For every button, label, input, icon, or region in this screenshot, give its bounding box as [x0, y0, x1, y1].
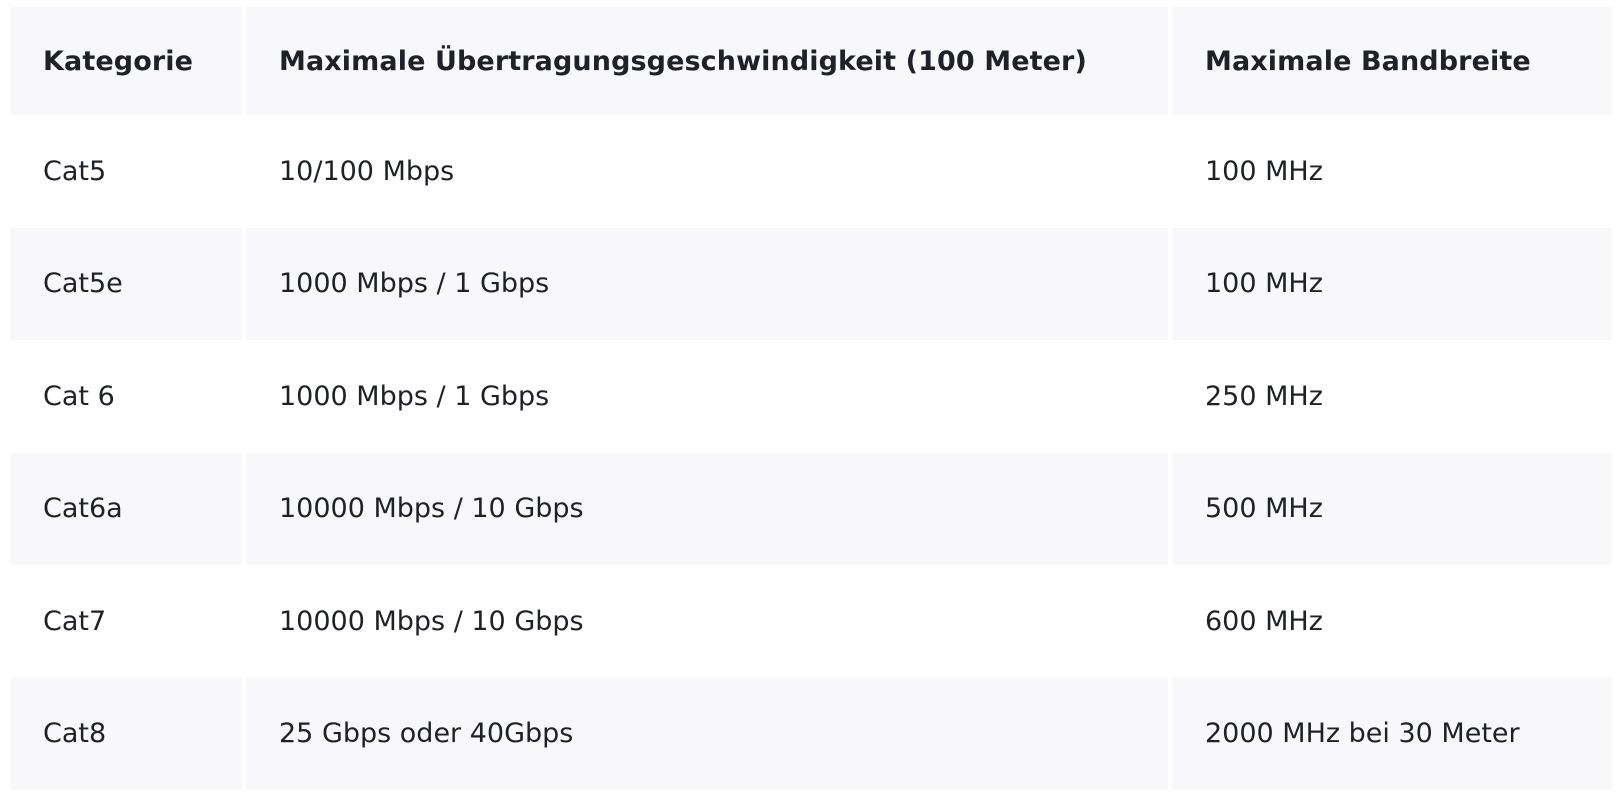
cell-max-bandwidth: 600 MHz — [1172, 565, 1612, 678]
cell-max-speed: 10000 Mbps / 10 Gbps — [246, 565, 1168, 678]
cell-max-speed: 10/100 Mbps — [246, 115, 1168, 228]
table-row: Cat6a 10000 Mbps / 10 Gbps 500 MHz — [10, 452, 1612, 565]
header-category: Kategorie — [10, 7, 242, 115]
header-max-bandwidth: Maximale Bandbreite — [1172, 7, 1612, 115]
cell-max-speed: 10000 Mbps / 10 Gbps — [246, 452, 1168, 565]
table-header-row: Kategorie Maximale Übertragungsgeschwind… — [10, 7, 1612, 115]
cell-max-bandwidth: 500 MHz — [1172, 452, 1612, 565]
table-row: Cat7 10000 Mbps / 10 Gbps 600 MHz — [10, 565, 1612, 678]
cell-category: Cat7 — [10, 565, 242, 678]
cable-category-table-container: Kategorie Maximale Übertragungsgeschwind… — [10, 7, 1612, 790]
cell-max-bandwidth: 250 MHz — [1172, 340, 1612, 453]
cell-category: Cat5e — [10, 227, 242, 340]
table-row: Cat5 10/100 Mbps 100 MHz — [10, 115, 1612, 228]
cell-category: Cat6a — [10, 452, 242, 565]
cell-max-speed: 25 Gbps oder 40Gbps — [246, 677, 1168, 790]
cell-category: Cat8 — [10, 677, 242, 790]
table-row: Cat8 25 Gbps oder 40Gbps 2000 MHz bei 30… — [10, 677, 1612, 790]
cell-max-bandwidth: 2000 MHz bei 30 Meter — [1172, 677, 1612, 790]
cell-max-speed: 1000 Mbps / 1 Gbps — [246, 340, 1168, 453]
cell-category: Cat5 — [10, 115, 242, 228]
table-row: Cat 6 1000 Mbps / 1 Gbps 250 MHz — [10, 340, 1612, 453]
cell-max-bandwidth: 100 MHz — [1172, 227, 1612, 340]
table-row: Cat5e 1000 Mbps / 1 Gbps 100 MHz — [10, 227, 1612, 340]
cell-max-speed: 1000 Mbps / 1 Gbps — [246, 227, 1168, 340]
header-max-speed: Maximale Übertragungsgeschwindigkeit (10… — [246, 7, 1168, 115]
cable-category-table: Kategorie Maximale Übertragungsgeschwind… — [6, 7, 1616, 790]
cell-max-bandwidth: 100 MHz — [1172, 115, 1612, 228]
cell-category: Cat 6 — [10, 340, 242, 453]
